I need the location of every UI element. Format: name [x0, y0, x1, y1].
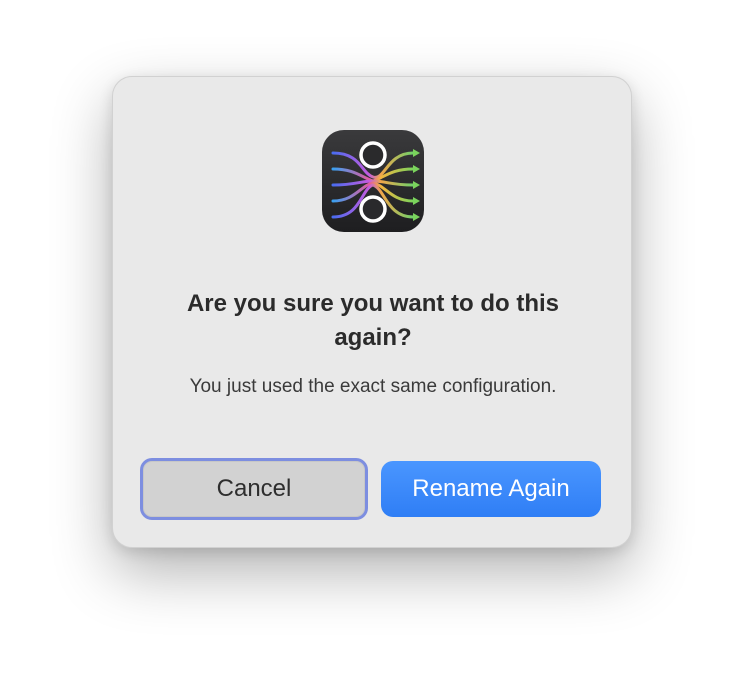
- dialog-message: You just used the exact same configurati…: [189, 376, 557, 397]
- dialog-title: Are you sure you want to do this again?: [186, 290, 560, 351]
- cancel-button[interactable]: Cancel: [140, 458, 368, 520]
- rename-streams-icon: [322, 130, 424, 232]
- rename-again-button[interactable]: Rename Again: [381, 461, 601, 517]
- screen: Are you sure you want to do this again? …: [0, 0, 744, 696]
- app-icon: [321, 129, 425, 233]
- alert-dialog: Are you sure you want to do this again? …: [112, 76, 632, 548]
